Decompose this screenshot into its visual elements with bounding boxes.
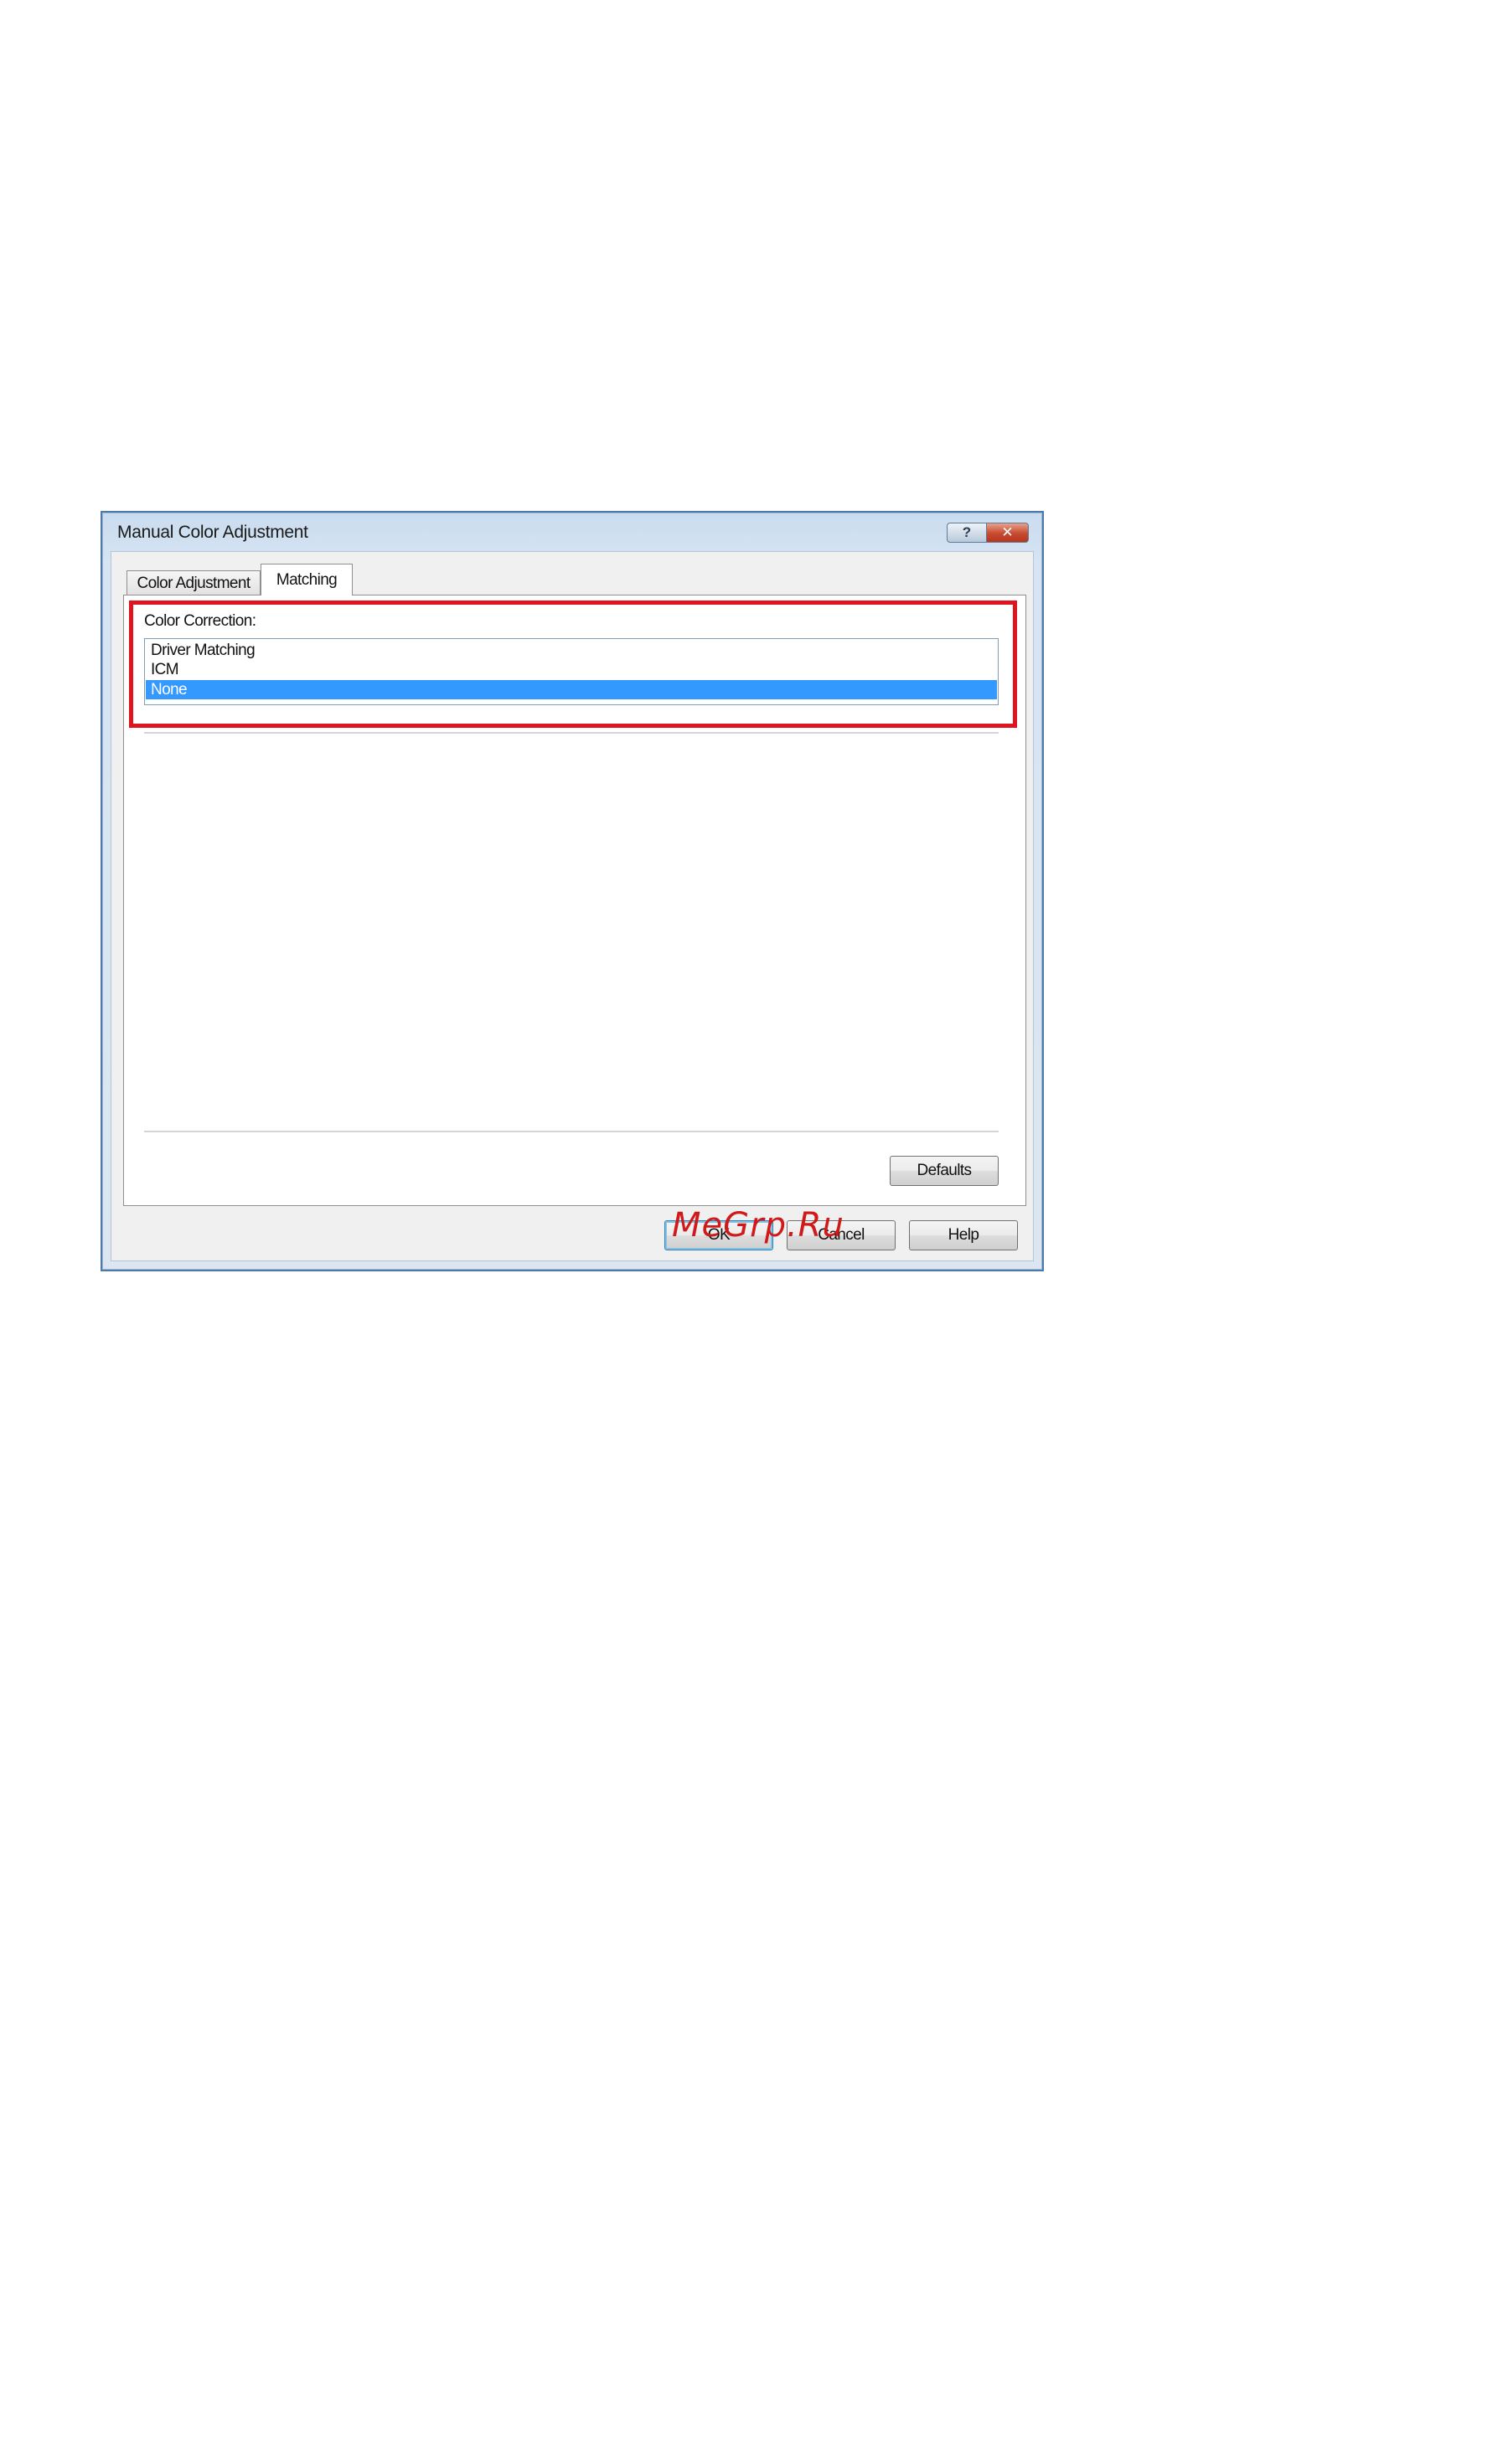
watermark: MeGrp.Ru <box>672 1206 844 1245</box>
separator-top <box>144 732 999 735</box>
color-correction-label: Color Correction: <box>144 612 256 630</box>
dialog-titlebar[interactable]: Manual Color Adjustment ? ✕ <box>102 513 1042 551</box>
close-icon[interactable]: ✕ <box>987 523 1029 543</box>
dialog-title: Manual Color Adjustment <box>117 523 308 542</box>
tab-matching[interactable]: Matching <box>261 564 353 595</box>
matching-tab-page: Color Correction: Driver Matching ICM No… <box>123 595 1026 1206</box>
title-buttons: ? ✕ <box>947 523 1029 543</box>
tab-color-adjustment[interactable]: Color Adjustment <box>127 570 261 595</box>
list-item-icm[interactable]: ICM <box>146 660 997 679</box>
list-item-none[interactable]: None <box>146 680 997 699</box>
color-correction-listbox[interactable]: Driver Matching ICM None <box>144 638 999 705</box>
dialog-client-area: Color Adjustment Matching Color Correcti… <box>111 551 1034 1261</box>
defaults-button[interactable]: Defaults <box>890 1156 999 1186</box>
help-button[interactable]: Help <box>909 1220 1018 1250</box>
separator-bottom <box>144 1131 999 1133</box>
list-item-driver-matching[interactable]: Driver Matching <box>146 641 997 660</box>
manual-color-adjustment-dialog: Manual Color Adjustment ? ✕ Color Adjust… <box>101 511 1044 1271</box>
help-question-icon[interactable]: ? <box>947 523 987 543</box>
